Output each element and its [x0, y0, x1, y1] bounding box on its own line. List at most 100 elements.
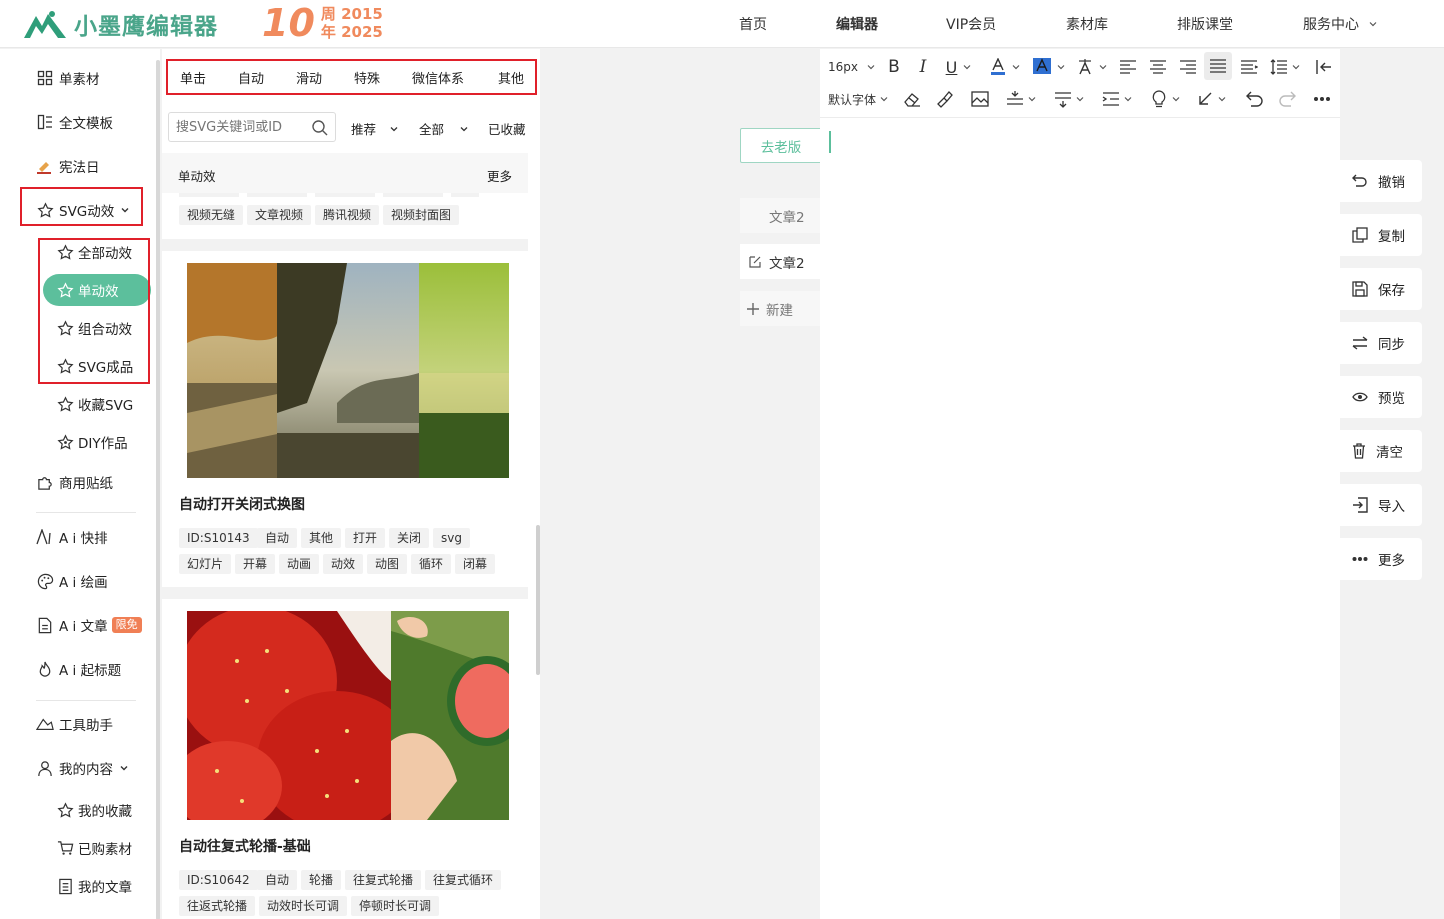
tag[interactable]: 循环	[411, 554, 452, 574]
tab-special[interactable]: 特殊	[354, 68, 380, 87]
tag[interactable]: 文章视频	[247, 205, 312, 225]
sidebar-item-full-template[interactable]: 全文模板	[36, 110, 113, 134]
font-size-select[interactable]: 16px	[828, 54, 876, 80]
indent-spacing-button[interactable]	[1098, 86, 1136, 112]
tag[interactable]: 视频无缝	[179, 205, 244, 225]
underline-button[interactable]: U	[940, 54, 978, 80]
range-select[interactable]: 全部	[419, 119, 470, 138]
align-justify-button[interactable]	[1204, 52, 1232, 80]
sort-select[interactable]: 推荐	[351, 119, 400, 138]
copy-button[interactable]: 复制	[1340, 214, 1422, 256]
card-title[interactable]: 自动打开关闭式换图	[179, 494, 305, 514]
tag[interactable]: 动画	[279, 554, 320, 574]
redo-toolbar-button[interactable]	[1276, 86, 1298, 112]
article-tab-active[interactable]: 文章2	[740, 244, 820, 279]
tag[interactable]: 轮播	[301, 870, 342, 890]
tab-auto[interactable]: 自动	[238, 68, 264, 87]
search-input[interactable]	[176, 114, 312, 140]
undo-button[interactable]: 撤销	[1340, 160, 1422, 202]
logo[interactable]: 小墨鹰编辑器	[22, 6, 218, 42]
sidebar-sub-purchased[interactable]: 已购素材	[56, 836, 132, 860]
import-button[interactable]: 导入	[1340, 484, 1422, 526]
sidebar-item-ai-title[interactable]: A i 起标题	[36, 657, 121, 681]
align-right-button[interactable]	[1177, 54, 1199, 80]
sidebar-item-my-content[interactable]: 我的内容	[36, 756, 130, 780]
tag[interactable]: 开幕	[235, 554, 276, 574]
tag[interactable]: 幻灯片	[179, 554, 232, 574]
text-effect-button[interactable]	[1074, 54, 1110, 80]
align-left-button[interactable]	[1117, 54, 1139, 80]
clear-format-button[interactable]	[901, 86, 923, 112]
bold-button[interactable]: B	[883, 54, 905, 80]
nav-materials[interactable]: 素材库	[1066, 0, 1108, 48]
card-title[interactable]: 自动往复式轮播-基础	[179, 836, 311, 856]
search-icon[interactable]	[311, 119, 329, 137]
tab-wechat[interactable]: 微信体系	[412, 68, 464, 87]
sidebar-item-single-material[interactable]: 单素材	[36, 66, 100, 90]
tag[interactable]: 关闭	[389, 528, 430, 548]
save-button[interactable]: 保存	[1340, 268, 1422, 310]
id-tag[interactable]: ID:S10143	[179, 528, 258, 548]
more-button[interactable]: 更多	[1340, 538, 1422, 580]
nav-home[interactable]: 首页	[739, 0, 767, 48]
sync-button[interactable]: 同步	[1340, 322, 1422, 364]
sidebar-sub-my-favorites[interactable]: 我的收藏	[56, 798, 132, 822]
nav-editor[interactable]: 编辑器	[836, 0, 878, 48]
sidebar-item-constitution-day[interactable]: 宪法日	[36, 154, 100, 178]
align-center-button[interactable]	[1147, 54, 1169, 80]
panel-scrollbar[interactable]	[536, 525, 540, 675]
id-tag[interactable]: ID:S10642	[179, 870, 258, 890]
tag[interactable]: 自动	[257, 870, 298, 890]
more-link[interactable]: 更多	[487, 166, 512, 185]
tag[interactable]: 往复式循环	[425, 870, 502, 890]
tag[interactable]: 动图	[367, 554, 408, 574]
tag[interactable]: 往复式轮播	[345, 870, 422, 890]
font-family-select[interactable]: 默认字体	[828, 86, 889, 112]
tag[interactable]: 腾讯视频	[315, 205, 380, 225]
more-tools-button[interactable]	[1310, 86, 1334, 112]
tag[interactable]: 动效时长可调	[259, 896, 348, 916]
tag[interactable]: 往返式轮播	[179, 896, 256, 916]
sidebar-item-ai-painting[interactable]: A i 绘画	[36, 569, 108, 593]
tag[interactable]: 视频封面图	[383, 205, 460, 225]
arrow-button[interactable]	[1194, 86, 1230, 112]
line-height-button[interactable]	[1268, 54, 1302, 80]
paragraph-spacing-button[interactable]	[1002, 86, 1040, 112]
sidebar-scrollbar[interactable]	[156, 60, 160, 919]
card-thumbnail-landscape[interactable]	[187, 263, 509, 478]
image-button[interactable]	[969, 86, 991, 112]
card-thumbnail-strawberry[interactable]	[187, 611, 509, 820]
indent-button[interactable]	[1238, 54, 1260, 80]
undo-toolbar-button[interactable]	[1244, 86, 1266, 112]
bulb-button[interactable]	[1148, 86, 1184, 112]
tab-click[interactable]: 单击	[180, 68, 206, 87]
article-tab-inactive[interactable]: 文章2	[740, 198, 820, 233]
sidebar-sub-diy-works[interactable]: DIY作品	[56, 430, 128, 454]
tag[interactable]: 其他	[301, 528, 342, 548]
nav-course[interactable]: 排版课堂	[1177, 0, 1233, 48]
new-article-button[interactable]: 新建	[740, 291, 820, 326]
collected-filter[interactable]: 已收藏	[488, 119, 526, 138]
sidebar-sub-favorite-svg[interactable]: 收藏SVG	[56, 392, 133, 416]
tag[interactable]: 停顿时长可调	[351, 896, 440, 916]
sidebar-sub-my-articles[interactable]: 我的文章	[56, 874, 132, 898]
sidebar-item-stickers[interactable]: 商用贴纸	[36, 470, 113, 494]
font-color-button[interactable]	[986, 54, 1024, 80]
clear-button[interactable]: 清空	[1340, 430, 1422, 472]
tag[interactable]: 闭幕	[455, 554, 496, 574]
nav-vip[interactable]: VIP会员	[946, 0, 996, 48]
tag[interactable]: 自动	[257, 528, 298, 548]
paragraph-after-button[interactable]	[1050, 86, 1088, 112]
exit-button[interactable]	[1312, 54, 1334, 80]
sidebar-item-ai-article[interactable]: A i 文章 限免	[36, 613, 142, 637]
format-brush-button[interactable]	[934, 86, 956, 112]
nav-service[interactable]: 服务中心	[1303, 0, 1379, 48]
sidebar-item-ai-layout[interactable]: A i 快排	[36, 525, 108, 549]
tab-slide[interactable]: 滑动	[296, 68, 322, 87]
old-version-button[interactable]: 去老版	[740, 128, 822, 163]
tag[interactable]: 打开	[345, 528, 386, 548]
preview-button[interactable]: 预览	[1340, 376, 1422, 418]
sidebar-item-tools[interactable]: 工具助手	[36, 712, 113, 736]
tag[interactable]: svg	[433, 528, 470, 548]
tag[interactable]: 动效	[323, 554, 364, 574]
